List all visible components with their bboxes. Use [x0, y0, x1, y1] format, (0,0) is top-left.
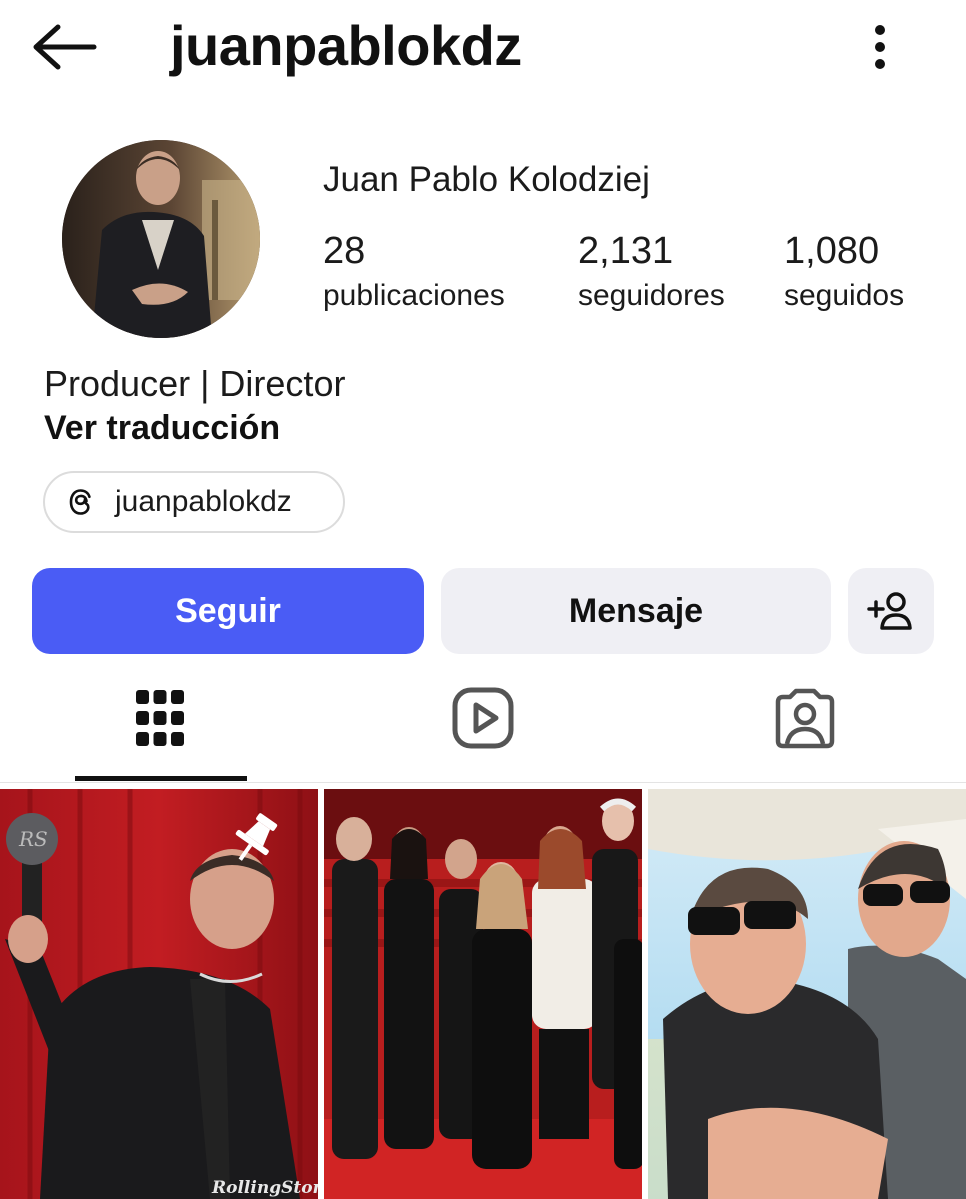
more-options-button[interactable]	[860, 22, 900, 72]
followers-count[interactable]: 2,131 seguidores	[578, 228, 725, 316]
post-thumbnail[interactable]: RS RollingStone	[0, 789, 318, 1199]
vertical-dots-icon	[875, 25, 885, 69]
following-count-label: seguidos	[784, 279, 905, 312]
profile-full-name: Juan Pablo Kolodziej	[323, 160, 650, 199]
following-count-value: 1,080	[784, 230, 880, 272]
post-thumbnail[interactable]	[648, 789, 966, 1199]
back-button[interactable]	[30, 22, 98, 72]
see-translation-link[interactable]: Ver traducción	[44, 406, 280, 450]
tagged-person-icon	[775, 688, 835, 749]
divider	[0, 782, 966, 783]
post-image	[648, 789, 966, 1199]
tab-posts[interactable]	[128, 686, 192, 750]
threads-handle: juanpablokdz	[115, 485, 292, 518]
message-button[interactable]: Mensaje	[441, 568, 831, 654]
active-tab-indicator	[75, 776, 247, 781]
arrow-left-icon	[33, 24, 97, 70]
follow-button[interactable]: Seguir	[32, 568, 424, 654]
page-title: juanpablokdz	[170, 14, 522, 77]
posts-count-value: 28	[323, 230, 366, 272]
posts-count[interactable]: 28 publicaciones	[323, 228, 505, 316]
followers-count-value: 2,131	[578, 230, 674, 272]
avatar[interactable]	[62, 140, 260, 338]
threads-link[interactable]: juanpablokdz	[43, 471, 345, 533]
reels-icon	[452, 687, 514, 749]
add-person-icon	[867, 592, 912, 630]
suggested-accounts-button[interactable]	[848, 568, 934, 654]
tab-reels[interactable]	[451, 686, 515, 750]
tab-tagged[interactable]	[773, 686, 837, 750]
post-image	[324, 789, 642, 1199]
profile-photo	[62, 140, 260, 338]
threads-icon	[69, 489, 91, 515]
post-image: RS RollingStone	[0, 789, 318, 1199]
profile-bio: Producer | Director	[44, 363, 346, 404]
grid-icon	[136, 690, 184, 746]
posts-count-label: publicaciones	[323, 279, 505, 312]
followers-count-label: seguidores	[578, 279, 725, 312]
post-watermark: RollingStone	[211, 1178, 318, 1198]
post-thumbnail[interactable]	[324, 789, 642, 1199]
svg-text:RS: RS	[18, 827, 48, 851]
following-count[interactable]: 1,080 seguidos	[784, 228, 904, 316]
